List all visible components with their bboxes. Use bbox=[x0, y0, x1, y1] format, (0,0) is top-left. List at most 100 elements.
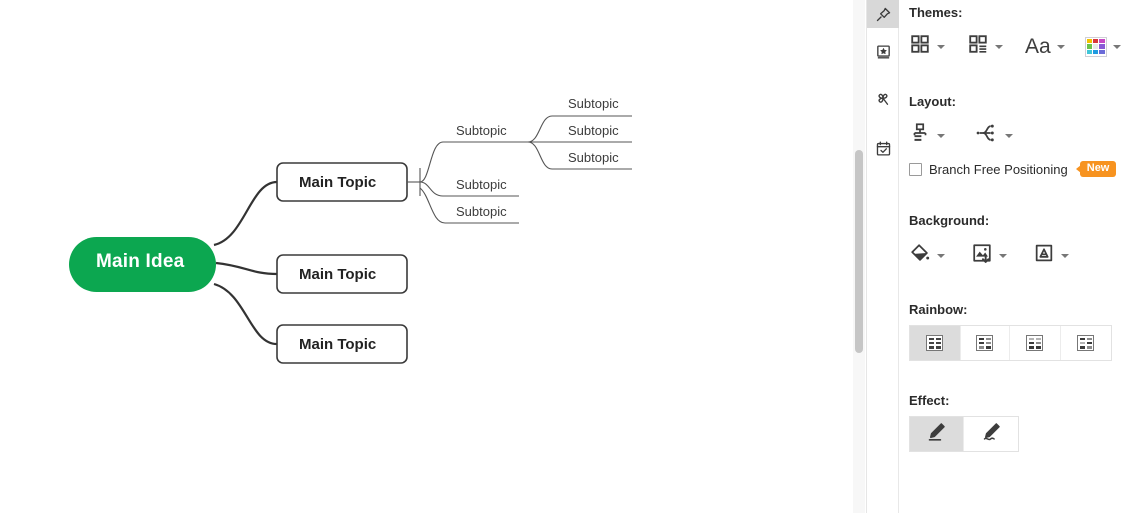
grid-cell bbox=[1086, 341, 1092, 345]
background-watermark-button[interactable] bbox=[1033, 240, 1069, 271]
style-panel: Themes: Aa Layout: Branch Free Positioni… bbox=[899, 0, 1128, 513]
background-watermark-caret[interactable] bbox=[1061, 253, 1069, 258]
layout-structure-button[interactable] bbox=[909, 120, 945, 151]
grid-cell bbox=[1028, 345, 1035, 349]
grid-cell bbox=[978, 337, 984, 341]
theme-layout-variant-button[interactable] bbox=[967, 31, 1003, 62]
rainbow-option-2[interactable] bbox=[960, 326, 1011, 360]
grid-cell bbox=[985, 345, 991, 349]
canvas-scrollbar-thumb[interactable] bbox=[855, 150, 863, 353]
subtopic-l1-label-2: Subtopic bbox=[456, 177, 507, 192]
grid-cell bbox=[1079, 341, 1085, 345]
background-image-caret[interactable] bbox=[999, 253, 1007, 258]
layout-structure-caret[interactable] bbox=[937, 133, 945, 138]
rail-item-task[interactable] bbox=[867, 134, 899, 162]
connector-center-to-topic-3 bbox=[213, 282, 278, 346]
rail-item-outline[interactable] bbox=[867, 38, 899, 66]
palette-swatch bbox=[1086, 49, 1093, 55]
pencil-line-icon bbox=[926, 421, 947, 447]
grid-cell bbox=[1028, 341, 1035, 345]
theme-layout-variant-caret[interactable] bbox=[995, 44, 1003, 49]
main-topic-label-3: Main Topic bbox=[299, 336, 377, 353]
grid-cell bbox=[1086, 337, 1092, 341]
effect-options-group bbox=[909, 416, 1019, 452]
clover-icon bbox=[874, 90, 892, 108]
color-palette-icon bbox=[1084, 36, 1107, 57]
image-download-icon bbox=[971, 242, 993, 269]
grid-cell bbox=[1028, 337, 1035, 341]
grid-cell bbox=[978, 345, 984, 349]
grid-cell bbox=[1035, 337, 1041, 341]
grid-mixed-b-icon bbox=[1026, 335, 1044, 351]
subtopic-l2-label-1: Subtopic bbox=[568, 96, 619, 111]
palette-swatch bbox=[1099, 44, 1105, 49]
pushpin-icon bbox=[875, 6, 892, 23]
theme-gallery-caret[interactable] bbox=[937, 44, 945, 49]
theme-color-palette-caret[interactable] bbox=[1112, 44, 1121, 49]
palette-swatch bbox=[1086, 44, 1093, 49]
subtopic-l1-label-1: Subtopic bbox=[456, 123, 507, 138]
effect-straight-line[interactable] bbox=[910, 417, 965, 451]
rainbow-section-title: Rainbow: bbox=[909, 302, 968, 317]
rainbow-option-1[interactable] bbox=[910, 326, 961, 360]
canvas-vertical-scrollbar[interactable] bbox=[853, 0, 865, 513]
palette-swatch bbox=[1099, 38, 1105, 44]
themes-section-title: Themes: bbox=[909, 5, 963, 20]
new-badge: New bbox=[1079, 161, 1117, 177]
grid-cell bbox=[978, 341, 984, 345]
grid-cell bbox=[935, 341, 941, 345]
layout-section-title: Layout: bbox=[909, 94, 956, 109]
grid-cell bbox=[935, 345, 941, 349]
sidebar-icon-rail bbox=[867, 0, 899, 513]
center-node-label: Main Idea bbox=[96, 251, 185, 272]
theme-gallery-button[interactable] bbox=[909, 31, 945, 62]
branch-free-positioning-row: Branch Free Positioning New bbox=[909, 161, 1117, 177]
grid-mixed-c-icon bbox=[1077, 335, 1095, 351]
connector-center-to-topic-2 bbox=[215, 261, 278, 276]
theme-font-button[interactable]: Aa bbox=[1025, 34, 1065, 59]
palette-swatch bbox=[1099, 49, 1105, 55]
main-topic-label-2: Main Topic bbox=[299, 266, 377, 283]
branch-free-positioning-checkbox[interactable] bbox=[909, 162, 922, 176]
background-fill-color-caret[interactable] bbox=[937, 253, 945, 258]
theme-font-caret[interactable] bbox=[1056, 44, 1065, 49]
four-squares-icon bbox=[909, 33, 931, 60]
grid-cell bbox=[928, 345, 934, 349]
palette-swatch bbox=[1093, 49, 1099, 55]
subtopic-l2-label-2: Subtopic bbox=[568, 123, 619, 138]
mind-map-canvas[interactable]: Main Idea Main Topic Main Topic Main Top… bbox=[0, 0, 856, 513]
grid-cell bbox=[928, 341, 934, 345]
grid-cell bbox=[1079, 337, 1085, 341]
layout-branch-shape-caret[interactable] bbox=[1005, 133, 1013, 138]
effect-section-title: Effect: bbox=[909, 393, 950, 408]
layout-icon-row bbox=[909, 120, 1013, 151]
pencil-squiggle-icon bbox=[981, 421, 1002, 447]
rainbow-option-3[interactable] bbox=[1010, 326, 1061, 360]
rainbow-options-group bbox=[909, 325, 1112, 361]
layout-branch-shape-button[interactable] bbox=[975, 120, 1013, 151]
grid-cell bbox=[1035, 341, 1041, 345]
palette-swatch bbox=[1093, 38, 1099, 44]
background-image-button[interactable] bbox=[971, 240, 1007, 271]
background-icon-row bbox=[909, 240, 1069, 271]
grid-cell bbox=[1035, 345, 1041, 349]
grid-cell bbox=[1079, 345, 1085, 349]
book-star-icon bbox=[875, 44, 892, 61]
rail-item-style[interactable] bbox=[867, 0, 899, 28]
squares-lines-icon bbox=[967, 33, 989, 60]
paint-bucket-icon bbox=[909, 242, 931, 269]
org-chart-icon bbox=[909, 122, 931, 149]
rainbow-option-4[interactable] bbox=[1060, 326, 1111, 360]
background-fill-color-button[interactable] bbox=[909, 240, 945, 271]
main-topic-label-1: Main Topic bbox=[299, 174, 377, 191]
rail-item-clipart[interactable] bbox=[867, 85, 899, 113]
connector-subtopic1-1 bbox=[419, 141, 528, 183]
grid-dark-icon bbox=[926, 335, 944, 351]
effect-sketch-line[interactable] bbox=[964, 417, 1018, 451]
background-section-title: Background: bbox=[909, 213, 990, 228]
calendar-check-icon bbox=[875, 140, 892, 157]
grid-cell bbox=[985, 337, 991, 341]
theme-color-palette-button[interactable] bbox=[1084, 35, 1121, 59]
grid-mixed-a-icon bbox=[976, 335, 994, 351]
palette-swatch bbox=[1086, 38, 1093, 44]
